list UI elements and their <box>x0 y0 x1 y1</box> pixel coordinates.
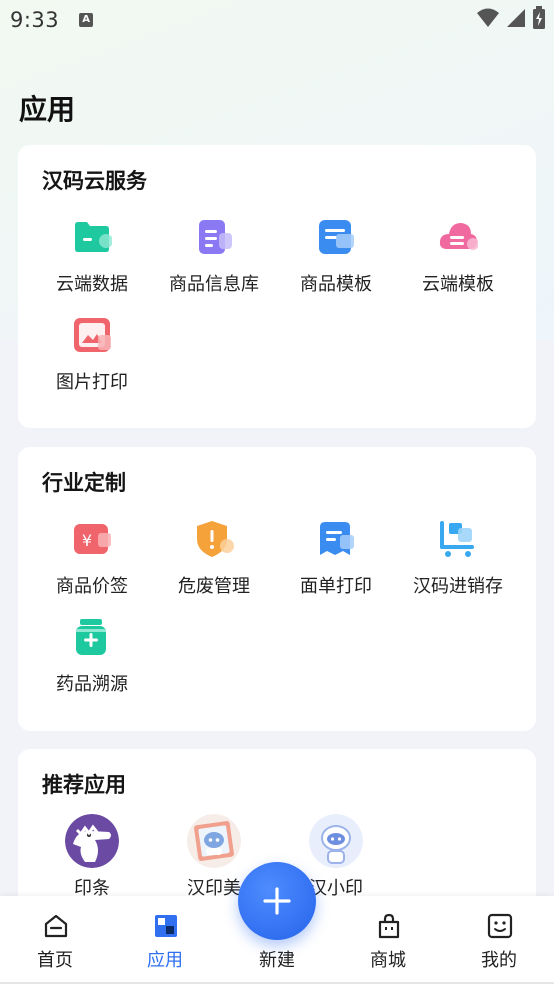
battery-icon <box>533 6 545 29</box>
app-label: 云端数据 <box>56 274 128 295</box>
nav-mine[interactable]: 我的 <box>444 896 554 984</box>
plus-icon <box>263 887 291 915</box>
document-stack-icon <box>199 220 232 254</box>
section-industry-custom: 行业定制 ¥ 商品价签 危废管理 面单打印 汉码进销存 药品溯源 <box>18 447 536 731</box>
section-title: 汉码云服务 <box>42 169 147 193</box>
notification-icon: A <box>79 13 94 27</box>
nav-label: 应用 <box>147 950 183 971</box>
app-medicine-trace[interactable]: 药品溯源 <box>31 617 153 707</box>
app-label: 汉码进销存 <box>413 576 503 597</box>
app-hazardous-waste[interactable]: 危废管理 <box>153 519 275 609</box>
section-cloud-services: 汉码云服务 云端数据 商品信息库 商品模板 云端模板 图片打印 <box>18 145 536 428</box>
app-cloud-data[interactable]: 云端数据 <box>31 217 153 307</box>
status-icons <box>476 6 546 30</box>
waybill-icon <box>320 522 354 555</box>
app-product-template[interactable]: 商品模板 <box>275 217 397 307</box>
nav-label: 商城 <box>370 950 406 971</box>
robot-avatar-icon <box>309 814 363 868</box>
image-print-icon <box>74 318 111 352</box>
status-time: 9:33 <box>10 8 60 32</box>
app-label: 面单打印 <box>300 576 372 597</box>
app-waybill-print[interactable]: 面单打印 <box>275 519 397 609</box>
nav-apps[interactable]: 应用 <box>110 896 220 984</box>
nav-label: 我的 <box>481 950 517 971</box>
status-bar: 9:33 A <box>0 0 554 40</box>
nav-label: 首页 <box>37 950 73 971</box>
home-icon <box>44 914 68 938</box>
app-yintiao[interactable]: 印条 <box>31 814 153 904</box>
shopping-bag-icon <box>378 913 400 939</box>
price-tag-icon: ¥ <box>74 524 111 554</box>
warning-shield-icon <box>197 521 234 557</box>
template-icon <box>319 220 354 254</box>
app-label: 商品价签 <box>56 576 128 597</box>
folder-icon <box>75 222 112 252</box>
robot-frame-avatar-icon <box>187 814 241 868</box>
inventory-cart-icon <box>440 521 474 557</box>
app-cloud-template[interactable]: 云端模板 <box>397 217 519 307</box>
nav-store[interactable]: 商城 <box>333 896 443 984</box>
app-label: 云端模板 <box>422 274 494 295</box>
app-label: 商品信息库 <box>169 274 259 295</box>
app-label: 危废管理 <box>178 576 250 597</box>
new-fab-button[interactable] <box>238 862 316 940</box>
app-price-tag[interactable]: ¥ 商品价签 <box>31 519 153 609</box>
app-inventory[interactable]: 汉码进销存 <box>397 519 519 609</box>
cloud-icon <box>439 223 478 250</box>
signal-icon <box>507 9 525 27</box>
medicine-bottle-icon <box>76 619 106 655</box>
section-title: 行业定制 <box>42 471 126 495</box>
app-image-print[interactable]: 图片打印 <box>31 315 153 405</box>
page-title: 应用 <box>19 93 76 126</box>
nav-home[interactable]: 首页 <box>0 896 110 984</box>
nav-label: 新建 <box>259 950 295 971</box>
svg-text:¥: ¥ <box>82 531 92 550</box>
app-label: 商品模板 <box>300 274 372 295</box>
section-title: 推荐应用 <box>42 773 126 797</box>
app-label: 药品溯源 <box>56 674 128 695</box>
app-product-database[interactable]: 商品信息库 <box>153 217 275 307</box>
wifi-icon <box>477 8 499 27</box>
crocodile-avatar-icon <box>65 814 119 868</box>
apps-icon <box>155 915 177 937</box>
app-label: 图片打印 <box>56 372 128 393</box>
smile-face-icon <box>487 913 513 939</box>
